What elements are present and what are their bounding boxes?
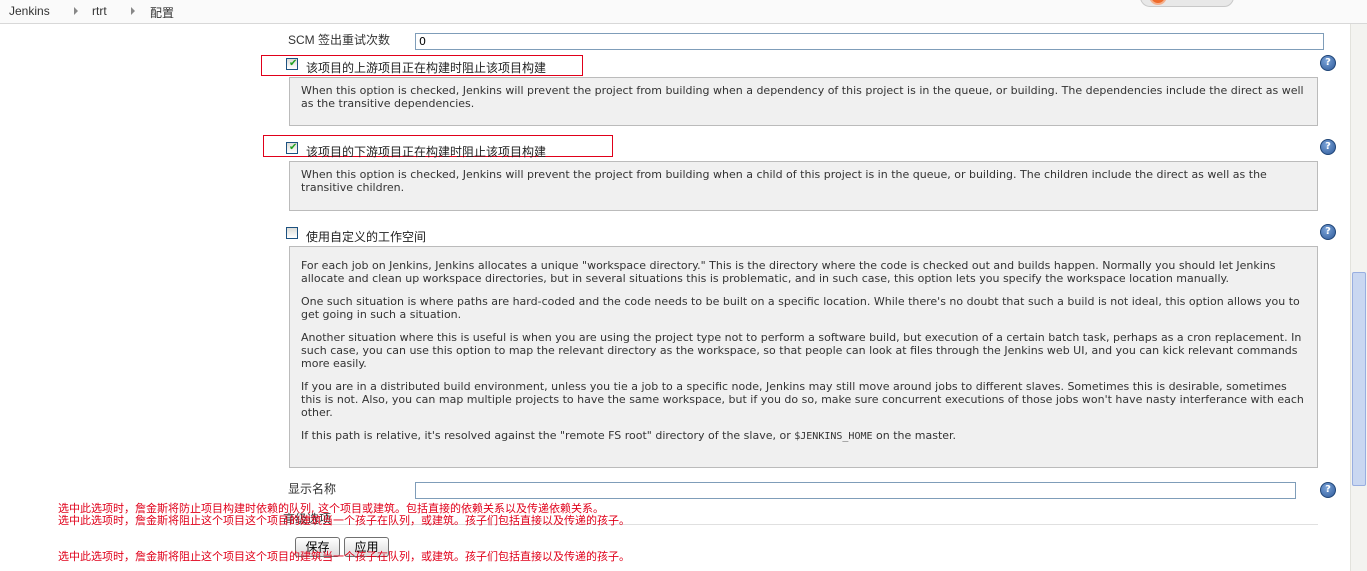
chevron-right-icon bbox=[131, 7, 135, 15]
orb-icon bbox=[1149, 0, 1167, 5]
workspace-help-code: $JENKINS_HOME bbox=[794, 431, 873, 442]
workspace-help-paragraph: For each job on Jenkins, Jenkins allocat… bbox=[301, 259, 1276, 285]
workspace-help-paragraph: If you are in a distributed build enviro… bbox=[301, 380, 1304, 419]
scm-retry-label: SCM 签出重试次数 bbox=[288, 33, 391, 47]
breadcrumb-job[interactable]: rtrt bbox=[92, 4, 107, 18]
custom-workspace-help: For each job on Jenkins, Jenkins allocat… bbox=[289, 246, 1318, 468]
display-name-input[interactable] bbox=[415, 482, 1296, 499]
help-icon[interactable]: ? bbox=[1320, 482, 1336, 498]
block-downstream-help-text: When this option is checked, Jenkins wil… bbox=[301, 168, 1267, 194]
custom-workspace-label[interactable]: 使用自定义的工作空间 bbox=[306, 228, 426, 245]
help-icon[interactable]: ? bbox=[1320, 224, 1336, 240]
block-downstream-help: When this option is checked, Jenkins wil… bbox=[289, 161, 1318, 211]
block-downstream-label[interactable]: 该项目的下游项目正在构建时阻止该项目构建 bbox=[306, 143, 546, 160]
check-icon: ✔ bbox=[289, 142, 298, 153]
help-icon[interactable]: ? bbox=[1320, 139, 1336, 155]
workspace-help-paragraph: One such situation is where paths are ha… bbox=[301, 295, 1300, 321]
workspace-help-paragraph: If this path is relative, it's resolved … bbox=[301, 429, 1306, 443]
translation-overlay-downstream-repeat: 选中此选项时，詹金斯将阻止这个项目这个项目的建筑当一个孩子在队列，或建筑。孩子们… bbox=[58, 550, 630, 563]
chevron-right-icon bbox=[74, 7, 78, 15]
toolbar-orb bbox=[1140, 0, 1234, 7]
display-name-label: 显示名称 bbox=[288, 482, 337, 496]
custom-workspace-checkbox[interactable] bbox=[286, 227, 298, 239]
block-upstream-help-text: When this option is checked, Jenkins wil… bbox=[301, 84, 1304, 110]
breadcrumb-configure: 配置 bbox=[150, 6, 175, 20]
block-upstream-checkbox[interactable]: ✔ bbox=[286, 58, 298, 70]
block-downstream-checkbox[interactable]: ✔ bbox=[286, 142, 298, 154]
scm-retry-input[interactable] bbox=[415, 33, 1324, 50]
breadcrumb-jenkins[interactable]: Jenkins bbox=[9, 4, 50, 18]
scrollbar-thumb[interactable] bbox=[1352, 272, 1366, 486]
vertical-scrollbar[interactable] bbox=[1350, 24, 1367, 571]
workspace-help-paragraph: Another situation where this is useful i… bbox=[301, 331, 1302, 370]
translation-overlay-downstream: 选中此选项时，詹金斯将阻止这个项目这个项目的建筑当一个孩子在队列，或建筑。孩子们… bbox=[58, 514, 630, 527]
block-upstream-help: When this option is checked, Jenkins wil… bbox=[289, 77, 1318, 126]
block-upstream-label[interactable]: 该项目的上游项目正在构建时阻止该项目构建 bbox=[306, 59, 546, 76]
workspace-help-last-suffix: on the master. bbox=[872, 429, 957, 442]
workspace-help-last-prefix: If this path is relative, it's resolved … bbox=[301, 429, 795, 442]
help-icon[interactable]: ? bbox=[1320, 55, 1336, 71]
check-icon: ✔ bbox=[289, 58, 298, 69]
